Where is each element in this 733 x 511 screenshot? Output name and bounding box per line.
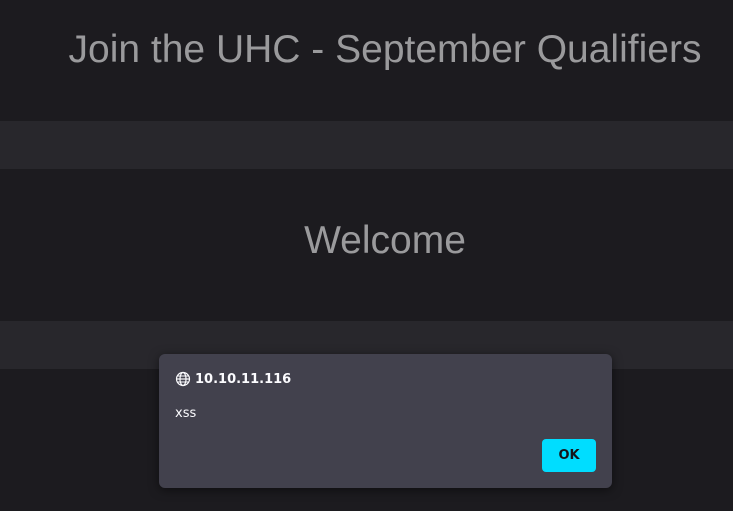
welcome-heading: Welcome [304, 219, 466, 262]
page-title: Join the UHC - September Qualifiers [68, 28, 702, 71]
nav-band [0, 121, 733, 169]
ok-button[interactable]: OK [542, 439, 596, 472]
dialog-message: xss [175, 406, 197, 421]
globe-icon [175, 371, 191, 387]
page: Join the UHC - September Qualifiers Welc… [0, 0, 733, 511]
dialog-header: 10.10.11.116 [175, 370, 291, 388]
alert-dialog: 10.10.11.116 xss OK [159, 354, 612, 488]
dialog-origin: 10.10.11.116 [195, 371, 292, 387]
